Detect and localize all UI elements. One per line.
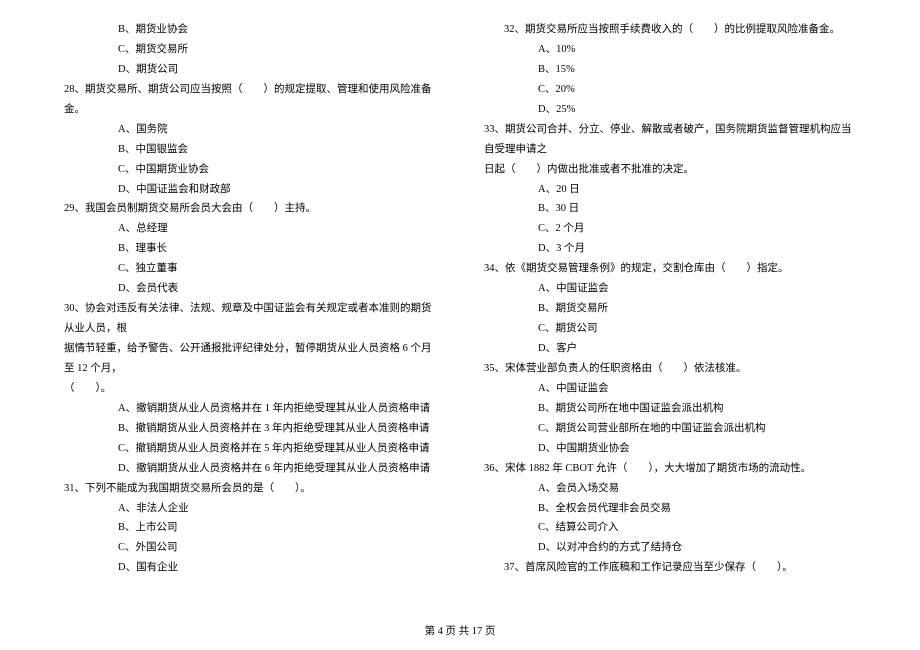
q32-stem: 32、期货交易所应当按照手续费收入的（ ）的比例提取风险准备金。 bbox=[484, 20, 860, 40]
two-column-body: B、期货业协会 C、期货交易所 D、期货公司 28、期货交易所、期货公司应当按照… bbox=[64, 20, 860, 600]
q29-option-d: D、会员代表 bbox=[64, 279, 440, 299]
q32-option-a: A、10% bbox=[484, 40, 860, 60]
q33-option-c: C、2 个月 bbox=[484, 219, 860, 239]
q34-stem: 34、依《期货交易管理条例》的规定，交割仓库由（ ）指定。 bbox=[484, 259, 860, 279]
q32-option-c: C、20% bbox=[484, 80, 860, 100]
q32-option-b: B、15% bbox=[484, 60, 860, 80]
q31-option-b: B、上市公司 bbox=[64, 518, 440, 538]
q31-option-c: C、外国公司 bbox=[64, 538, 440, 558]
q34-option-d: D、客户 bbox=[484, 339, 860, 359]
q35-option-c: C、期货公司营业部所在地的中国证监会派出机构 bbox=[484, 419, 860, 439]
q28-option-c: C、中国期货业协会 bbox=[64, 160, 440, 180]
q30-option-c: C、撤销期货从业人员资格并在 5 年内拒绝受理其从业人员资格申请 bbox=[64, 439, 440, 459]
q28-option-b: B、中国银监会 bbox=[64, 140, 440, 160]
q36-stem: 36、宋体 1882 年 CBOT 允许（ ），大大增加了期货市场的流动性。 bbox=[484, 459, 860, 479]
q34-option-a: A、中国证监会 bbox=[484, 279, 860, 299]
q33-stem-line1: 33、期货公司合并、分立、停业、解散或者破产，国务院期货监督管理机构应当自受理申… bbox=[484, 120, 860, 160]
q34-option-b: B、期货交易所 bbox=[484, 299, 860, 319]
q30-option-a: A、撤销期货从业人员资格并在 1 年内拒绝受理其从业人员资格申请 bbox=[64, 399, 440, 419]
q28-option-d: D、中国证监会和财政部 bbox=[64, 180, 440, 200]
q34-option-c: C、期货公司 bbox=[484, 319, 860, 339]
page-footer: 第 4 页 共 17 页 bbox=[0, 622, 920, 642]
q30-stem-line1: 30、协会对违反有关法律、法规、规章及中国证监会有关规定或者本准则的期货从业人员… bbox=[64, 299, 440, 339]
q33-stem-line2: 日起（ ）内做出批准或者不批准的决定。 bbox=[484, 160, 860, 180]
q33-option-a: A、20 日 bbox=[484, 180, 860, 200]
q35-stem: 35、宋体营业部负责人的任职资格由（ ）依法核准。 bbox=[484, 359, 860, 379]
q27-option-d: D、期货公司 bbox=[64, 60, 440, 80]
q31-stem: 31、下列不能成为我国期货交易所会员的是（ ）。 bbox=[64, 479, 440, 499]
q28-option-a: A、国务院 bbox=[64, 120, 440, 140]
q28-stem: 28、期货交易所、期货公司应当按照（ ）的规定提取、管理和使用风险准备金。 bbox=[64, 80, 440, 120]
q36-option-b: B、全权会员代理非会员交易 bbox=[484, 499, 860, 519]
q29-option-c: C、独立董事 bbox=[64, 259, 440, 279]
q36-option-a: A、会员入场交易 bbox=[484, 479, 860, 499]
q35-option-b: B、期货公司所在地中国证监会派出机构 bbox=[484, 399, 860, 419]
q30-stem-line3: （ ）。 bbox=[64, 379, 440, 399]
q29-stem: 29、我国会员制期货交易所会员大会由（ ）主持。 bbox=[64, 199, 440, 219]
q36-option-c: C、结算公司介入 bbox=[484, 518, 860, 538]
q27-option-b: B、期货业协会 bbox=[64, 20, 440, 40]
q30-option-b: B、撤销期货从业人员资格并在 3 年内拒绝受理其从业人员资格申请 bbox=[64, 419, 440, 439]
q35-option-d: D、中国期货业协会 bbox=[484, 439, 860, 459]
q31-option-d: D、国有企业 bbox=[64, 558, 440, 578]
q32-option-d: D、25% bbox=[484, 100, 860, 120]
q37-stem: 37、首席风险官的工作底稿和工作记录应当至少保存（ ）。 bbox=[484, 558, 860, 578]
q31-option-a: A、非法人企业 bbox=[64, 499, 440, 519]
q33-option-b: B、30 日 bbox=[484, 199, 860, 219]
q30-option-d: D、撤销期货从业人员资格并在 6 年内拒绝受理其从业人员资格申请 bbox=[64, 459, 440, 479]
q29-option-b: B、理事长 bbox=[64, 239, 440, 259]
q30-stem-line2: 据情节轻重，给予警告、公开通报批评纪律处分，暂停期货从业人员资格 6 个月至 1… bbox=[64, 339, 440, 379]
q35-option-a: A、中国证监会 bbox=[484, 379, 860, 399]
q29-option-a: A、总经理 bbox=[64, 219, 440, 239]
q27-option-c: C、期货交易所 bbox=[64, 40, 440, 60]
q33-option-d: D、3 个月 bbox=[484, 239, 860, 259]
q36-option-d: D、以对冲合约的方式了结持仓 bbox=[484, 538, 860, 558]
